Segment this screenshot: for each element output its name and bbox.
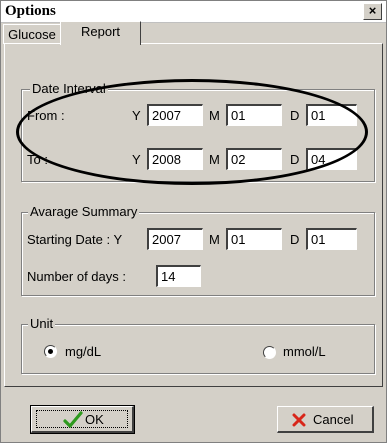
starting-date-label: Starting Date : Y (27, 232, 123, 247)
checkmark-icon (63, 411, 83, 428)
to-year-label: Y (132, 152, 141, 167)
close-icon: × (368, 3, 377, 18)
start-day-field[interactable]: 01 (306, 228, 357, 250)
mg-dl-radio[interactable] (44, 345, 57, 358)
avarage-summary-legend: Avarage Summary (28, 204, 140, 220)
number-of-days-field[interactable]: 14 (156, 265, 201, 287)
from-month-field[interactable]: 01 (226, 104, 282, 126)
radio-selected-dot (48, 349, 53, 354)
x-icon (292, 413, 306, 427)
to-month-label: M (209, 152, 220, 167)
to-day-label: D (290, 152, 300, 167)
from-label: From : (27, 108, 65, 123)
cancel-button[interactable]: Cancel (277, 406, 374, 433)
mmol-l-label[interactable]: mmol/L (283, 344, 326, 360)
from-month-label: M (209, 108, 220, 123)
cancel-label: Cancel (313, 412, 354, 427)
start-year-field[interactable]: 2007 (147, 228, 203, 250)
close-button[interactable]: × (363, 3, 382, 20)
from-year-field[interactable]: 2007 (147, 104, 203, 126)
tab-report[interactable]: Report (60, 21, 141, 45)
date-interval-legend: Date Interval (30, 81, 108, 97)
mmol-l-radio[interactable] (263, 346, 276, 359)
number-of-days-label: Number of days : (27, 269, 126, 284)
ok-button[interactable]: OK (30, 405, 135, 434)
title-bar[interactable]: Options × (1, 1, 386, 23)
to-year-field[interactable]: 2008 (147, 148, 203, 170)
from-day-label: D (290, 108, 300, 123)
to-month-field[interactable]: 02 (226, 148, 282, 170)
options-dialog: Options × Glucose Report Date Interval F… (0, 0, 387, 443)
to-day-field[interactable]: 04 (306, 148, 357, 170)
start-day-label: D (290, 232, 300, 247)
from-day-field[interactable]: 01 (306, 104, 357, 126)
ok-label: OK (85, 412, 104, 427)
unit-legend: Unit (28, 316, 56, 332)
start-month-label: M (209, 232, 220, 247)
window-title: Options (5, 3, 56, 19)
start-month-field[interactable]: 01 (226, 228, 282, 250)
tab-glucose[interactable]: Glucose (3, 24, 61, 44)
mg-dl-label[interactable]: mg/dL (65, 344, 101, 360)
to-label: To : (27, 152, 48, 167)
tab-report-label: Report (80, 24, 121, 39)
tab-glucose-label: Glucose (8, 27, 56, 42)
from-year-label: Y (132, 108, 141, 123)
